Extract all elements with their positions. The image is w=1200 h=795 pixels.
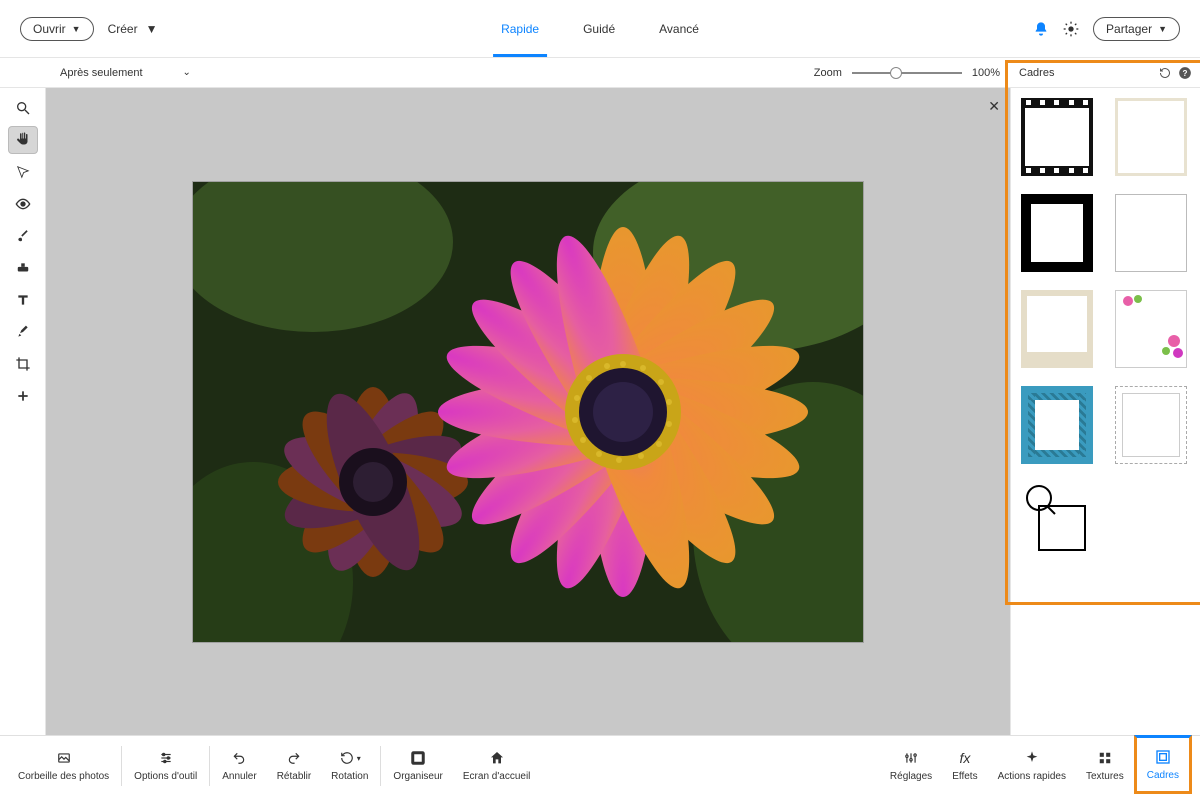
eyedropper-tool[interactable] (8, 318, 38, 346)
open-button[interactable]: Ouvrir ▼ (20, 17, 94, 41)
adjustments-label: Réglages (890, 771, 932, 782)
open-button-label: Ouvrir (33, 22, 66, 36)
divider (380, 746, 381, 786)
organizer-icon (409, 749, 427, 767)
bell-icon[interactable] (1033, 21, 1049, 37)
frames-panel-title: Cadres (1019, 67, 1054, 79)
frame-blue-weave[interactable] (1021, 386, 1093, 464)
tab-rapid-label: Rapide (501, 22, 539, 36)
crop-tool[interactable] (8, 350, 38, 378)
zoom-tool[interactable] (8, 94, 38, 122)
zoom-slider[interactable] (852, 72, 962, 74)
undo-button[interactable]: Annuler (212, 736, 266, 795)
mode-tabs: Rapide Guidé Avancé (493, 0, 707, 57)
textures-label: Textures (1086, 771, 1124, 782)
tool-options-button[interactable]: Options d'outil (124, 736, 207, 795)
frame-thin[interactable] (1115, 194, 1187, 272)
redo-label: Rétablir (277, 771, 311, 782)
frames-button-label: Cadres (1147, 770, 1179, 781)
sparkle-icon (1024, 749, 1040, 767)
frame-stamp[interactable] (1115, 386, 1187, 464)
quick-actions-button[interactable]: Actions rapides (988, 736, 1076, 795)
frame-polaroid[interactable] (1021, 290, 1093, 368)
organizer-label: Organiseur (393, 771, 442, 782)
undo-icon (231, 749, 247, 767)
chevron-down-icon: ▼ (1158, 24, 1167, 34)
rotation-icon: ▾ (339, 749, 361, 767)
organizer-button[interactable]: Organiseur (383, 736, 452, 795)
frame-light-border[interactable] (1115, 98, 1187, 176)
tab-advanced-label: Avancé (659, 22, 699, 36)
chevron-down-icon: ▼ (72, 24, 81, 34)
tool-options-icon (158, 749, 174, 767)
photo-bin-icon (55, 749, 73, 767)
view-mode-label: Après seulement (60, 67, 143, 79)
quick-actions-label: Actions rapides (998, 771, 1066, 782)
tab-guide-label: Guidé (583, 22, 615, 36)
redo-button[interactable]: Rétablir (267, 736, 321, 795)
bottom-bar: Corbeille des photos Options d'outil Ann… (0, 735, 1200, 795)
tool-rail (0, 88, 46, 735)
frames-button[interactable]: Cadres (1134, 735, 1192, 794)
effects-icon: fx (959, 749, 970, 767)
frame-flowers[interactable] (1115, 290, 1187, 368)
brush-tool[interactable] (8, 222, 38, 250)
eye-tool[interactable] (8, 190, 38, 218)
zoom-value: 100% (972, 67, 1000, 79)
tab-rapid[interactable]: Rapide (493, 0, 547, 57)
redo-icon (286, 749, 302, 767)
tool-options-label: Options d'outil (134, 771, 197, 782)
frames-grid (1011, 88, 1200, 570)
adjustments-icon (902, 749, 920, 767)
help-icon[interactable]: ? (1178, 66, 1192, 80)
create-menu-label: Créer (108, 22, 138, 36)
home-button[interactable]: Ecran d'accueil (453, 736, 541, 795)
add-tool[interactable] (8, 382, 38, 410)
home-label: Ecran d'accueil (463, 771, 531, 782)
selection-tool[interactable] (8, 158, 38, 186)
home-icon (489, 749, 505, 767)
textures-icon (1098, 749, 1112, 767)
frames-panel-header: Cadres ? (1011, 60, 1200, 86)
chevron-down-icon: ⌄ (183, 67, 191, 78)
textures-button[interactable]: Textures (1076, 736, 1134, 795)
share-button[interactable]: Partager ▼ (1093, 17, 1180, 41)
frame-magnifier[interactable] (1021, 482, 1093, 560)
divider (209, 746, 210, 786)
divider (121, 746, 122, 786)
share-button-label: Partager (1106, 22, 1152, 36)
tab-guide[interactable]: Guidé (575, 0, 623, 57)
topbar-right: Partager ▼ (1033, 17, 1180, 41)
zoom-slider-thumb[interactable] (890, 67, 902, 79)
undo-label: Annuler (222, 771, 256, 782)
close-icon[interactable]: ✕ (988, 98, 1000, 115)
frame-film[interactable] (1021, 98, 1093, 176)
canvas-area[interactable]: ✕ (46, 88, 1010, 735)
adjustments-button[interactable]: Réglages (880, 736, 942, 795)
effects-button[interactable]: fx Effets (942, 736, 987, 795)
photo-bin-button[interactable]: Corbeille des photos (8, 736, 119, 795)
svg-text:?: ? (1183, 69, 1188, 78)
chevron-down-icon: ▼ (146, 22, 158, 36)
frames-icon (1155, 748, 1171, 766)
rotation-button[interactable]: ▾ Rotation (321, 736, 378, 795)
photo-bin-label: Corbeille des photos (18, 771, 109, 782)
frames-panel: Cadres ? (1010, 88, 1200, 735)
reset-icon[interactable] (1158, 67, 1172, 79)
top-bar: Ouvrir ▼ Créer ▼ Rapide Guidé Avancé Par… (0, 0, 1200, 58)
effects-label: Effets (952, 771, 977, 782)
tab-advanced[interactable]: Avancé (651, 0, 707, 57)
frame-thick-black[interactable] (1021, 194, 1093, 272)
rotation-label: Rotation (331, 771, 368, 782)
create-menu[interactable]: Créer ▼ (108, 22, 158, 36)
brightness-icon[interactable] (1063, 21, 1079, 37)
view-mode-select[interactable]: Après seulement ⌄ (60, 67, 191, 79)
main-region: ✕ (0, 88, 1200, 735)
photo-canvas[interactable] (193, 182, 863, 642)
text-tool[interactable] (8, 286, 38, 314)
clone-tool[interactable] (8, 254, 38, 282)
hand-tool[interactable] (8, 126, 38, 154)
zoom-label: Zoom (814, 67, 842, 79)
